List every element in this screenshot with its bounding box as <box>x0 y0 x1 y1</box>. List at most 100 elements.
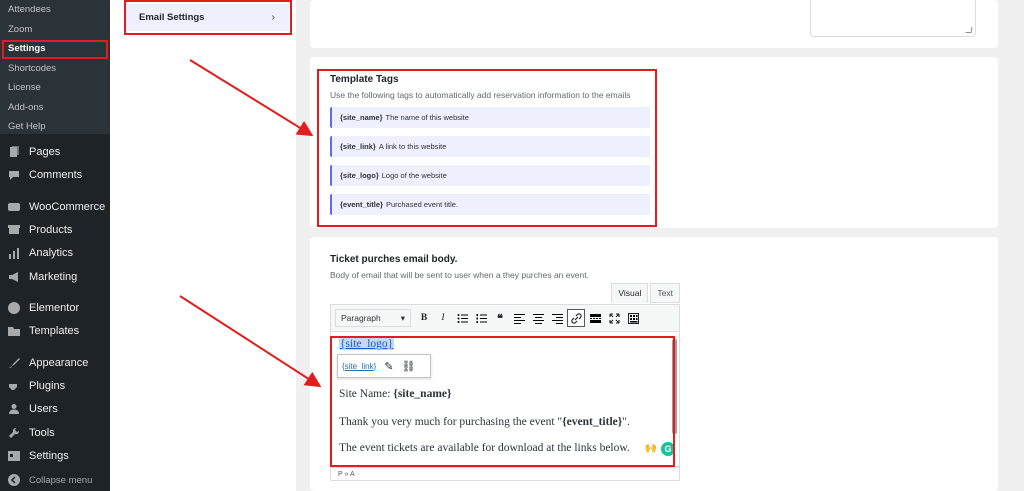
email-body-title: Ticket purches email body. <box>330 254 458 265</box>
thanks-tag: {event_title} <box>562 416 623 428</box>
users-icon <box>8 403 20 415</box>
tag-text: The name of this website <box>385 113 469 122</box>
template-tags-title: Template Tags <box>330 74 399 85</box>
elementor-icon <box>8 302 20 314</box>
menu-item-comments[interactable]: Comments <box>8 169 108 181</box>
menu-item-settings[interactable]: Settings <box>8 450 108 462</box>
chevron-right-icon: › <box>271 12 275 23</box>
unlink-icon[interactable]: ⛓ <box>401 360 415 373</box>
format-select[interactable]: Paragraph ▾ <box>335 309 411 327</box>
toolbar-toggle-icon[interactable] <box>624 309 642 327</box>
editor-line-thanks: Thank you very much for purchasing the e… <box>339 416 630 428</box>
comments-icon <box>8 169 20 181</box>
menu-item-label: Comments <box>29 169 83 181</box>
analytics-icon <box>8 247 20 259</box>
blockquote-icon[interactable]: ❝ <box>491 309 509 327</box>
tab-email-settings[interactable]: Email Settings › <box>126 4 289 31</box>
collapse-icon <box>8 474 20 486</box>
tab-visual[interactable]: Visual <box>611 283 649 303</box>
link-url[interactable]: {site_link} <box>342 362 376 371</box>
bullet-list-icon[interactable] <box>453 309 471 327</box>
previous-setting-card <box>310 0 998 48</box>
editor-scrollbar[interactable] <box>672 339 677 434</box>
align-center-icon[interactable] <box>529 309 547 327</box>
tools-icon <box>8 427 20 439</box>
editor-content[interactable]: {site_logo} {site_link} ✎ ⛓ Site Name: {… <box>330 332 680 467</box>
site-name-label: Site Name: <box>339 388 394 400</box>
menu-item-label: Analytics <box>29 247 74 259</box>
tab-text[interactable]: Text <box>650 283 680 303</box>
bold-icon[interactable]: B <box>415 309 433 327</box>
site-name-tag: {site_name} <box>393 388 452 400</box>
menu-item-label: WooCommerce <box>29 201 106 213</box>
template-tags-card: Template Tags Use the following tags to … <box>310 57 998 228</box>
tag-code: {site_name} <box>340 113 383 122</box>
tag-code: {site_link} <box>340 142 376 151</box>
read-more-icon[interactable] <box>586 309 604 327</box>
edit-pencil-icon[interactable]: ✎ <box>384 360 393 373</box>
appearance-icon <box>8 357 20 369</box>
tag-site-logo: {site_logo} Logo of the website <box>330 165 650 186</box>
raised-hands-icon: 🙌 <box>644 443 657 454</box>
submenu-item-license[interactable]: License <box>8 82 41 93</box>
align-left-icon[interactable] <box>510 309 528 327</box>
menu-item-label: Marketing <box>29 271 78 283</box>
plugins-icon <box>8 380 20 392</box>
site-logo-link[interactable]: {site_logo} <box>339 338 395 350</box>
pages-icon <box>8 146 20 158</box>
tag-code: {event_title} <box>340 200 383 209</box>
caret-down-icon: ▾ <box>400 312 405 323</box>
products-icon <box>8 224 20 236</box>
wysiwyg-editor: Visual Text Paragraph ▾ B I ❝ {site_logo… <box>330 283 680 483</box>
status-path-text: P » A <box>338 470 355 478</box>
tab-label: Email Settings <box>139 12 205 23</box>
menu-item-label: Templates <box>29 325 80 337</box>
menu-item-users[interactable]: Users <box>8 403 108 415</box>
tag-text: A link to this website <box>378 142 447 151</box>
email-body-description: Body of email that will be sent to user … <box>330 270 589 280</box>
submenu-item-settings[interactable]: Settings <box>8 43 45 54</box>
menu-item-analytics[interactable]: Analytics <box>8 247 108 259</box>
woocommerce-icon <box>8 201 20 213</box>
submenu-item-add-ons[interactable]: Add-ons <box>8 102 43 113</box>
menu-item-products[interactable]: Products <box>8 224 108 236</box>
menu-item-label: Collapse menu <box>29 474 93 486</box>
menu-item-label: Users <box>29 403 58 415</box>
thanks-prefix: Thank you very much for purchasing the e… <box>339 416 563 428</box>
menu-item-pages[interactable]: Pages <box>8 146 108 158</box>
menu-item-elementor[interactable]: Elementor <box>8 302 108 314</box>
tag-text: Purchased event title. <box>385 200 459 209</box>
italic-icon[interactable]: I <box>434 309 452 327</box>
marketing-icon <box>8 271 20 283</box>
insert-link-icon[interactable] <box>567 309 585 327</box>
previous-textarea[interactable] <box>810 0 976 37</box>
submenu-item-attendees[interactable]: Attendees <box>8 4 51 15</box>
collapse-menu-button[interactable]: Collapse menu <box>8 474 108 486</box>
menu-item-appearance[interactable]: Appearance <box>8 357 108 369</box>
editor-line-logo: {site_logo} <box>339 338 395 350</box>
align-right-icon[interactable] <box>548 309 566 327</box>
numbered-list-icon[interactable] <box>472 309 490 327</box>
screen: Attendees Zoom Settings Shortcodes Licen… <box>0 0 1024 491</box>
resize-handle-icon[interactable] <box>965 27 973 33</box>
templates-icon <box>8 325 20 337</box>
menu-item-plugins[interactable]: Plugins <box>8 380 108 392</box>
submenu-item-zoom[interactable]: Zoom <box>8 24 32 35</box>
settings-icon <box>8 450 20 462</box>
submenu-item-get-help[interactable]: Get Help <box>8 121 46 132</box>
menu-item-label: Products <box>29 224 73 236</box>
editor-line-download: The event tickets are available for down… <box>339 442 630 454</box>
template-tags-description: Use the following tags to automatically … <box>330 90 631 100</box>
tag-text: Logo of the website <box>381 171 447 180</box>
link-toolbar-popup: {site_link} ✎ ⛓ <box>337 354 431 378</box>
menu-item-label: Plugins <box>29 380 66 392</box>
menu-item-templates[interactable]: Templates <box>8 325 108 337</box>
grammarly-icon[interactable]: G <box>661 442 675 456</box>
menu-item-marketing[interactable]: Marketing <box>8 271 108 283</box>
submenu-item-shortcodes[interactable]: Shortcodes <box>8 63 56 74</box>
tag-site-name: {site_name} The name of this website <box>330 107 650 128</box>
fullscreen-icon[interactable] <box>605 309 623 327</box>
menu-item-woocommerce[interactable]: WooCommerce <box>8 201 108 213</box>
menu-item-tools[interactable]: Tools <box>8 427 108 439</box>
admin-sidebar: Attendees Zoom Settings Shortcodes Licen… <box>0 0 110 491</box>
